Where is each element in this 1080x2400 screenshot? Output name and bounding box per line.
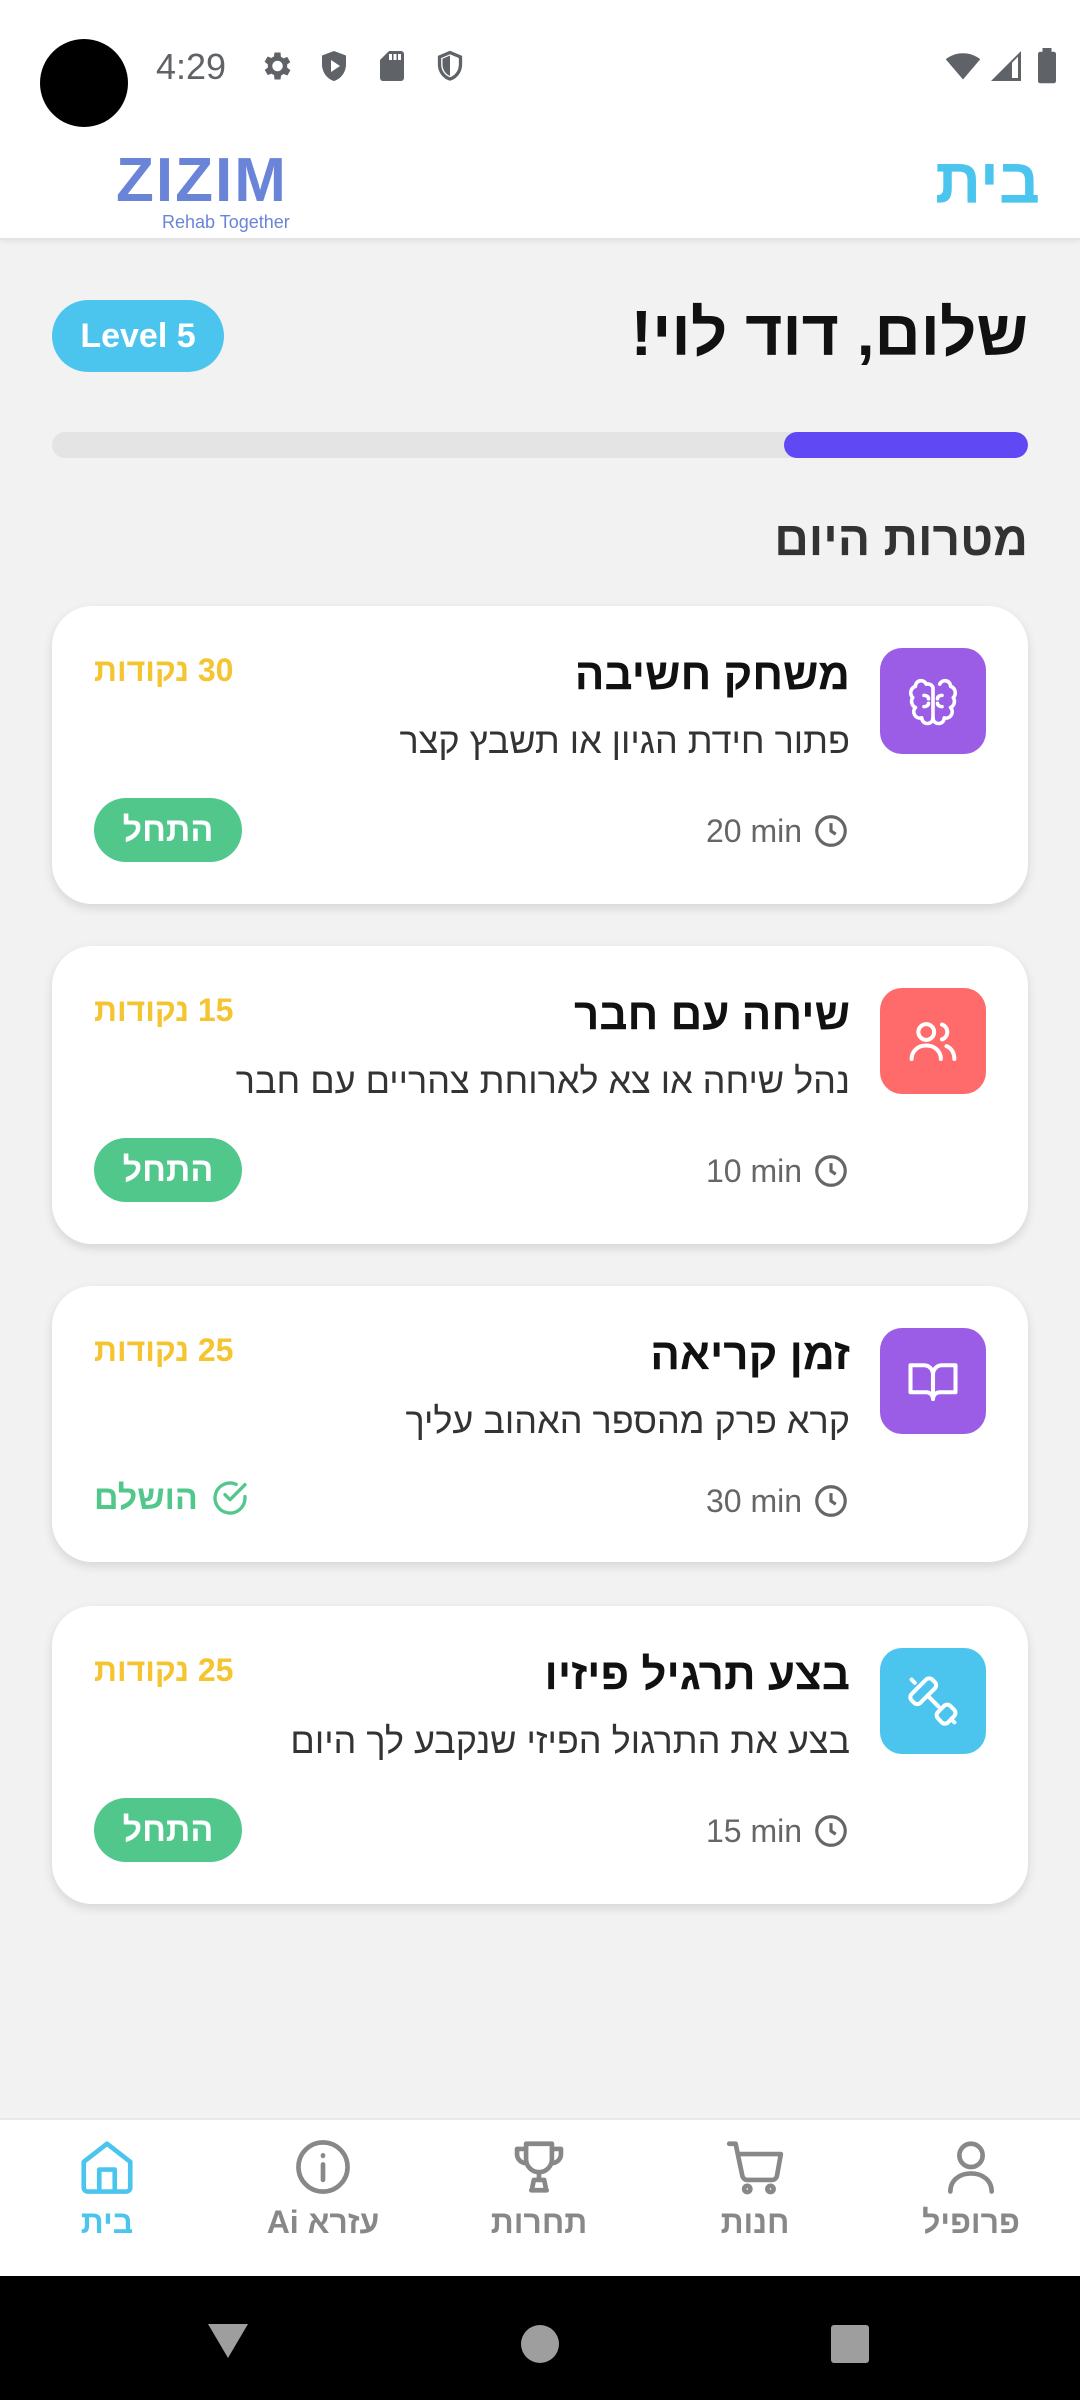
shield-play-icon [316, 48, 352, 84]
clock-icon [815, 815, 847, 847]
goal-title: שיחה עם חבר [573, 990, 850, 1039]
goal-description: נהל שיחה או צא לארוחת צהריים עם חבר [235, 1060, 850, 1101]
recents-icon[interactable] [830, 2324, 870, 2364]
check-circle-icon [213, 1481, 247, 1515]
status-bar: 4:29 [0, 0, 1080, 136]
wifi-icon [942, 48, 984, 84]
clock-icon [815, 1485, 847, 1517]
level-progress-fill [784, 432, 1028, 458]
nav-competition[interactable]: תחרות [454, 2136, 624, 2262]
section-title-daily-goals: מטרות היום [774, 513, 1028, 566]
goal-duration: 30 min [706, 1482, 850, 1520]
goal-description: פתור חידת הגיון או תשבץ קצר [399, 720, 850, 761]
logo-subtitle: Rehab Together [162, 212, 290, 232]
battery-icon [1036, 48, 1062, 84]
nav-label-ai: עזרא Ai [266, 2204, 380, 2240]
nav-profile[interactable]: פרופיל [886, 2136, 1056, 2262]
goal-duration-text: 30 min [705, 1482, 802, 1519]
goal-card[interactable]: זמן קריאה קרא פרק מהספר האהוב עליך 25 נק… [52, 1286, 1028, 1562]
goal-description: בצע את התרגול הפיזי שנקבע לך היום [290, 1720, 850, 1761]
goal-duration: 15 min [706, 1812, 850, 1850]
goal-duration: 20 min [706, 812, 850, 850]
goal-title: בצע תרגיל פיזיו [544, 1650, 850, 1699]
goal-duration-text: 20 min [705, 812, 802, 849]
bottom-navigation: בית עזרא Ai תחרות חנות פרופיל [0, 2118, 1080, 2276]
nav-label-store: חנות [720, 2204, 790, 2240]
front-camera-cutout [40, 39, 128, 127]
goal-points: 15 נקודות [94, 992, 234, 1028]
completed-text: הושלם [94, 1478, 198, 1517]
nav-label-competition: תחרות [490, 2204, 588, 2240]
book-icon [880, 1328, 986, 1434]
trophy-icon [514, 2141, 564, 2193]
dumbbell-icon [880, 1648, 986, 1754]
goal-card[interactable]: שיחה עם חבר נהל שיחה או צא לארוחת צהריים… [52, 946, 1028, 1244]
gear-icon [258, 48, 294, 84]
goal-points: 25 נקודות [94, 1332, 234, 1368]
level-badge: Level 5 [52, 300, 224, 372]
goal-points: 25 נקודות [94, 1652, 234, 1688]
status-time: 4:29 [156, 46, 227, 87]
logo-text: ZIZIM [116, 146, 288, 215]
users-icon [880, 988, 986, 1094]
goal-duration-text: 10 min [705, 1152, 802, 1189]
goal-card[interactable]: בצע תרגיל פיזיו בצע את התרגול הפיזי שנקב… [52, 1606, 1028, 1904]
cart-icon [726, 2141, 784, 2195]
home-button-icon[interactable] [520, 2324, 560, 2364]
signal-icon [988, 48, 1024, 84]
back-icon[interactable] [206, 2322, 250, 2360]
greeting-text: שלום, דוד לוי! [630, 297, 1028, 369]
zizim-logo[interactable]: ZIZIM Rehab Together [116, 150, 346, 234]
app-header: ZIZIM Rehab Together בית [0, 136, 1080, 240]
brain-icon [880, 648, 986, 754]
page-title: בית [935, 145, 1040, 217]
clock-icon [815, 1155, 847, 1187]
goal-points: 30 נקודות [94, 652, 234, 688]
goal-card[interactable]: משחק חשיבה פתור חידת הגיון או תשבץ קצר 3… [52, 606, 1028, 904]
home-icon [81, 2141, 133, 2194]
goal-duration-text: 15 min [705, 1812, 802, 1849]
start-button[interactable]: התחל [94, 1138, 242, 1202]
goal-description: קרא פרק מהספר האהוב עליך [405, 1400, 851, 1441]
goal-title: משחק חשיבה [574, 650, 850, 699]
clock-icon [815, 1815, 847, 1847]
nav-label-profile: פרופיל [922, 2204, 1020, 2240]
shield-icon [432, 48, 468, 84]
user-icon [948, 2141, 994, 2194]
nav-store[interactable]: חנות [670, 2136, 840, 2262]
nav-ai-assistant[interactable]: עזרא Ai [238, 2136, 408, 2262]
completed-label: הושלם [94, 1478, 250, 1518]
start-button[interactable]: התחל [94, 798, 242, 862]
start-button[interactable]: התחל [94, 1798, 242, 1862]
goal-duration: 10 min [706, 1152, 850, 1190]
sd-card-icon [374, 48, 410, 84]
system-navigation-bar [0, 2276, 1080, 2400]
goal-title: זמן קריאה [650, 1330, 850, 1379]
nav-home[interactable]: בית [22, 2136, 192, 2262]
info-icon [296, 2140, 350, 2194]
nav-label-home: בית [80, 2204, 134, 2240]
level-progress-bar [52, 432, 1028, 458]
